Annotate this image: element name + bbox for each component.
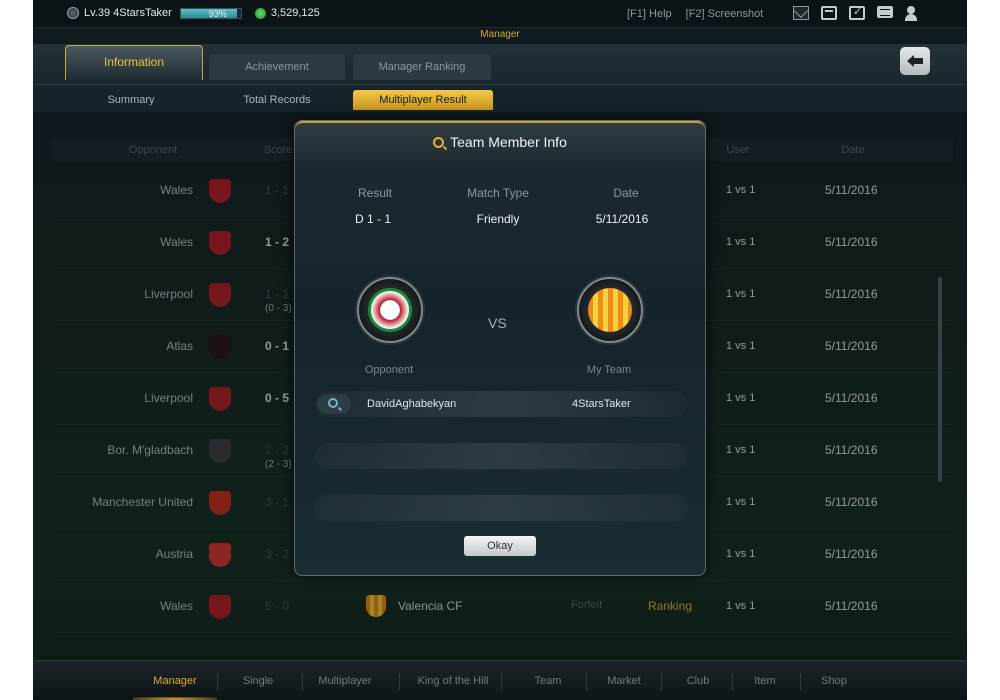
- screenshot-hotkey[interactable]: [F2] Screenshot: [686, 8, 764, 20]
- member-row: [315, 495, 687, 521]
- okay-button[interactable]: Okay: [464, 536, 536, 556]
- match-type-value: Friendly: [476, 212, 520, 226]
- nav-club[interactable]: Club: [687, 675, 710, 687]
- member-opponent-name: DavidAghabekyan: [367, 398, 457, 410]
- nav-divider: [302, 673, 303, 691]
- nav-shop[interactable]: Shop: [821, 675, 847, 687]
- mail-icon[interactable]: [793, 6, 809, 20]
- result-label: Result: [357, 186, 392, 200]
- match-type-label: Match Type: [467, 186, 529, 200]
- member-row: DavidAghabekyan 4StarsTaker: [315, 391, 687, 417]
- xp-percent: 93%: [208, 8, 227, 19]
- bottom-navigation: Manager Single Multiplayer King of the Hill…: [33, 660, 967, 700]
- versus-label: VS: [488, 315, 507, 331]
- nav-divider: [661, 673, 662, 691]
- subtab-total-records[interactable]: Total Records: [227, 90, 327, 110]
- calculator-icon[interactable]: [821, 6, 837, 20]
- member-row: [315, 443, 687, 469]
- nav-king-of-the-hill[interactable]: King of the Hill: [418, 675, 489, 687]
- nav-manager[interactable]: Manager: [153, 675, 196, 687]
- opponent-side-label: Opponent: [364, 364, 414, 376]
- nav-team[interactable]: Team: [535, 675, 562, 687]
- coin-balance: 3,529,125: [270, 7, 320, 19]
- date-label: Date: [613, 186, 639, 200]
- search-icon: [328, 398, 338, 408]
- dialog-title-text: Team Member Info: [450, 134, 567, 150]
- date-value: 5/11/2016: [595, 212, 649, 226]
- nav-divider: [732, 673, 733, 691]
- dialog-title: Team Member Info: [295, 134, 705, 150]
- nav-item[interactable]: Item: [754, 675, 775, 687]
- wales-crest-icon: [368, 288, 412, 332]
- nav-single[interactable]: Single: [243, 675, 274, 687]
- top-icon-group: [793, 5, 917, 21]
- valencia-crest-icon: [588, 288, 632, 332]
- game-window: Lv.39 4StarsTaker 93% 3,529,125 [F1] Hel…: [33, 0, 967, 700]
- search-icon: [433, 137, 445, 148]
- nav-divider: [586, 673, 587, 691]
- opponent-emblem: [357, 277, 423, 343]
- level-badge-icon: [67, 7, 79, 19]
- subtab-multiplayer-result[interactable]: Multiplayer Result: [353, 90, 493, 110]
- nav-market[interactable]: Market: [607, 675, 641, 687]
- player-status: Lv.39 4StarsTaker 93% 3,529,125: [67, 7, 320, 19]
- calendar-check-icon[interactable]: [849, 5, 865, 20]
- tab-manager-ranking[interactable]: Manager Ranking: [353, 54, 491, 80]
- nav-divider: [501, 673, 502, 691]
- section-title: Manager: [480, 29, 520, 40]
- member-my-name: 4StarsTaker: [572, 398, 631, 410]
- subtab-summary[interactable]: Summary: [81, 90, 181, 110]
- my-team-side-label: My Team: [586, 364, 632, 376]
- my-team-emblem: [577, 277, 643, 343]
- nav-multiplayer[interactable]: Multiplayer: [318, 675, 371, 687]
- team-member-info-dialog: Team Member Info Result D 1 - 1 Match Ty…: [294, 120, 706, 576]
- back-button[interactable]: [900, 47, 930, 75]
- nav-divider: [800, 673, 801, 691]
- tab-information[interactable]: Information: [65, 45, 203, 80]
- xp-bar: 93%: [179, 7, 242, 19]
- result-value: D 1 - 1: [354, 212, 391, 226]
- member-search-button[interactable]: [317, 394, 351, 414]
- main-tab-bar: Information Achievement Manager Ranking: [33, 44, 967, 84]
- sub-tab-bar: Summary Total Records Multiplayer Result: [33, 84, 967, 112]
- nav-divider: [399, 673, 400, 691]
- user-icon[interactable]: [905, 6, 917, 21]
- coin-icon: [254, 7, 266, 19]
- player-label: Lv.39 4StarsTaker: [84, 7, 172, 19]
- tab-achievement[interactable]: Achievement: [209, 54, 345, 80]
- hotkey-hints: [F1] Help [F2] Screenshot: [627, 8, 763, 20]
- top-status-bar: Lv.39 4StarsTaker 93% 3,529,125 [F1] Hel…: [33, 0, 967, 28]
- help-hotkey[interactable]: [F1] Help: [627, 8, 672, 20]
- chat-icon[interactable]: [877, 6, 893, 18]
- nav-divider: [217, 673, 218, 691]
